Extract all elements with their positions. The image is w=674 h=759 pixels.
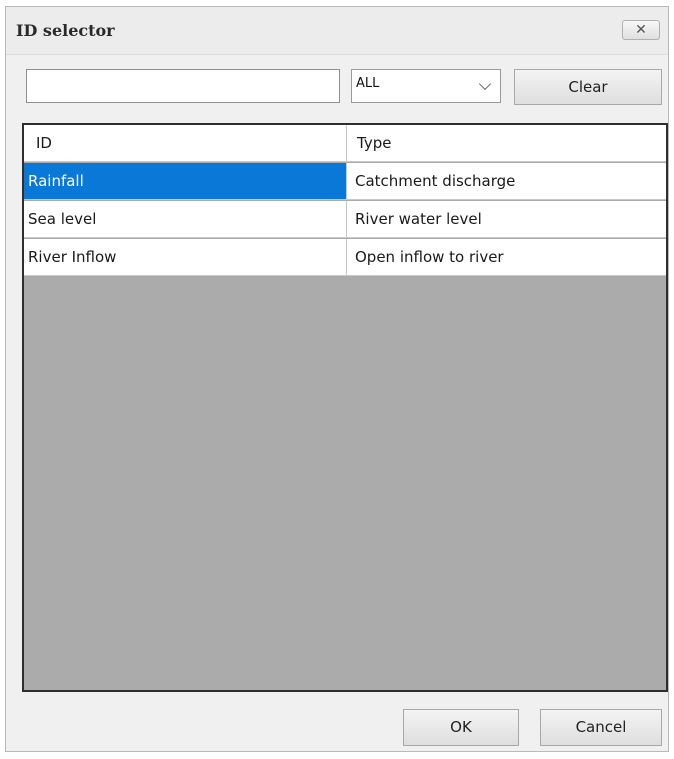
table-row[interactable]: Rainfall Catchment discharge: [24, 163, 666, 200]
table-row[interactable]: River Inflow Open inflow to river: [24, 239, 666, 276]
title-bar: ID selector ✕: [6, 7, 668, 55]
cell-id[interactable]: Rainfall: [24, 163, 347, 199]
clear-button[interactable]: Clear: [514, 69, 662, 105]
id-selector-dialog: ID selector ✕ ALL Clear ID Type Rainfall…: [5, 6, 669, 752]
close-button[interactable]: ✕: [622, 20, 660, 40]
type-filter-value: ALL: [356, 76, 380, 91]
dialog-title: ID selector: [16, 21, 115, 40]
grid-header: ID Type: [24, 125, 666, 162]
id-filter-input[interactable]: [26, 69, 340, 103]
ok-button[interactable]: OK: [403, 709, 519, 746]
id-grid[interactable]: ID Type Rainfall Catchment discharge Sea…: [22, 123, 668, 692]
type-filter-select[interactable]: ALL: [351, 69, 501, 103]
column-header-id[interactable]: ID: [24, 125, 347, 161]
table-row[interactable]: Sea level River water level: [24, 201, 666, 238]
cell-type[interactable]: Catchment discharge: [347, 163, 666, 199]
cell-id[interactable]: River Inflow: [24, 239, 347, 275]
cell-id[interactable]: Sea level: [24, 201, 347, 237]
cancel-button[interactable]: Cancel: [540, 709, 662, 746]
cell-type[interactable]: Open inflow to river: [347, 239, 666, 275]
column-header-type[interactable]: Type: [347, 125, 666, 161]
cell-type[interactable]: River water level: [347, 201, 666, 237]
close-icon: ✕: [635, 22, 647, 38]
chevron-down-icon: [478, 77, 492, 91]
